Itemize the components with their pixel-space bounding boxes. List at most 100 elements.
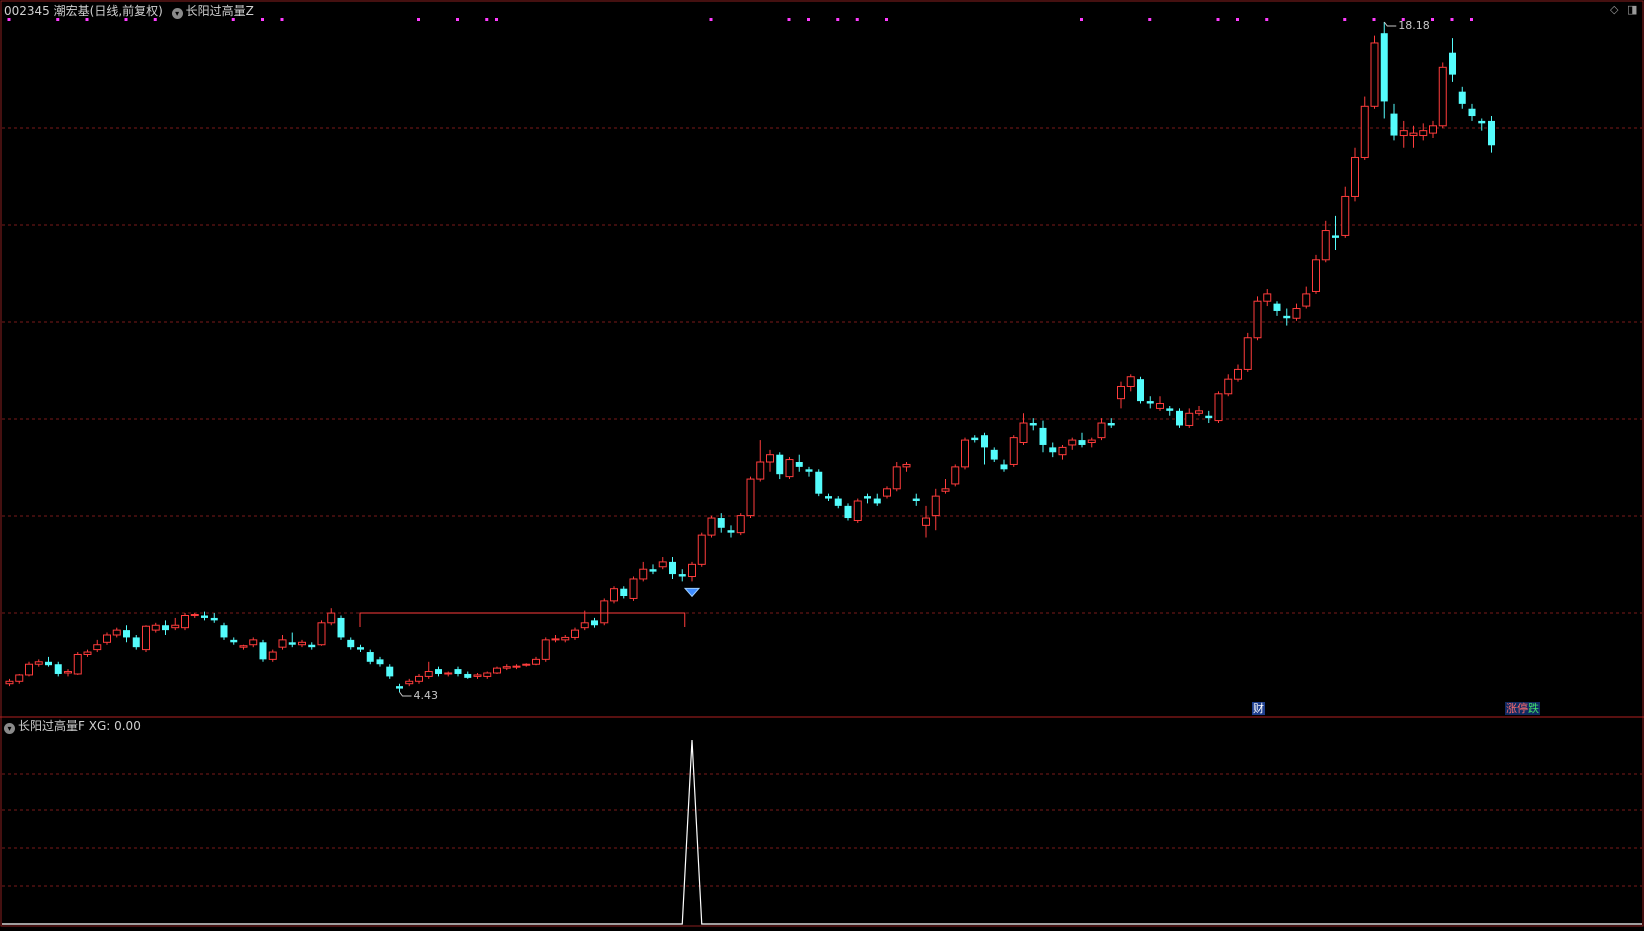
candle-body-down (825, 496, 832, 499)
signal-dot (1080, 18, 1083, 21)
candle-body-down (1380, 33, 1388, 102)
low-price-label: 4.43 (413, 689, 439, 702)
candle-body-up (1370, 42, 1379, 107)
candle-body-up (1341, 195, 1350, 236)
chart-svg[interactable] (0, 0, 1644, 927)
candle-body-down (288, 642, 296, 645)
candle-body-up (1312, 259, 1320, 292)
signal-dot (1265, 18, 1269, 21)
candle-body-down (337, 617, 345, 638)
candle-body-up (83, 651, 92, 655)
candle-body-up (5, 680, 14, 685)
candle-body-down (971, 437, 979, 441)
candle-body-up (756, 461, 765, 480)
candle-body-down (1146, 401, 1154, 404)
candle-body-down (386, 666, 394, 677)
candle-body-down (844, 505, 852, 519)
candle-body-up (1429, 125, 1437, 134)
candle-body-down (132, 637, 140, 648)
stock-code: 002345 (4, 4, 50, 18)
signal-dot (709, 18, 713, 21)
candle-body-down (1137, 379, 1144, 402)
candle-body-up (327, 612, 336, 624)
candle-body-down (669, 561, 676, 575)
candle-body-up (1302, 293, 1311, 307)
candle-body-down (308, 644, 316, 648)
candle-body-up (1185, 412, 1194, 426)
candle-body-up (785, 459, 794, 478)
candle-body-down (873, 498, 881, 504)
candle-body-down (1029, 423, 1037, 426)
high-price-label: 18.18 (1398, 19, 1430, 32)
xg-signal-line (2, 739, 1642, 925)
candle-body-down (454, 669, 462, 674)
candle-body-up (1058, 446, 1067, 456)
candle-body-down (990, 449, 998, 460)
stock-name: 潮宏基 (53, 4, 90, 18)
diamond-icon[interactable]: ◇ (1610, 3, 1618, 16)
signal-dot (1450, 18, 1454, 21)
limit-badge[interactable]: 涨停跌 (1505, 702, 1540, 715)
candle-body-up (1117, 385, 1125, 400)
period-label: (日线,前复权) (89, 4, 163, 18)
sub-indicator-name[interactable]: 长阳过高量F (18, 719, 85, 733)
candle-body-up (278, 639, 287, 648)
signal-dot (1343, 18, 1347, 21)
candle-body-up (1009, 437, 1018, 465)
candle-body-up (746, 478, 755, 517)
signal-dot (280, 18, 284, 21)
candle-body-up (736, 515, 745, 534)
window-icon[interactable]: ◨ (1627, 3, 1637, 16)
candle-body-up (190, 614, 199, 617)
candle-body-up (424, 671, 433, 677)
candle-body-up (571, 629, 579, 638)
candle-body-down (1000, 464, 1008, 470)
candle-body-up (707, 517, 716, 536)
candle-body-up (961, 439, 969, 468)
candle-body-down (864, 496, 871, 499)
indicator-dropdown-icon[interactable]: ▾ (171, 8, 183, 19)
finance-badge[interactable]: 财 (1252, 702, 1265, 715)
candle-body-down (54, 664, 62, 674)
candle-body-down (1468, 108, 1476, 117)
signal-dot (787, 18, 791, 21)
indicator-name[interactable]: 长阳过高量Z (186, 4, 254, 18)
candle-body-down (1166, 408, 1174, 411)
chart-border (0, 0, 1644, 927)
candle-body-up (532, 658, 540, 665)
candle-body-down (464, 673, 472, 678)
candle-body-down (678, 574, 686, 577)
candle-body-up (1068, 439, 1077, 446)
signal-dot (1216, 18, 1220, 21)
candle-body-down (347, 639, 355, 648)
candle-body-down (649, 569, 657, 572)
sub-indicator-dropdown-icon[interactable]: ▾ (4, 723, 15, 734)
candle-body-up (171, 624, 180, 629)
candle-body-down (1478, 120, 1486, 124)
candle-body-up (1195, 410, 1203, 414)
candle-body-up (405, 680, 414, 685)
candle-body-up (541, 639, 550, 660)
candle-body-down (981, 435, 988, 448)
candle-body-up (1253, 300, 1262, 339)
candle-body-down (815, 471, 823, 494)
candle-body-down (1107, 423, 1115, 426)
candle-body-up (1351, 156, 1359, 197)
signal-dot (485, 18, 489, 21)
candle-body-down (201, 615, 208, 618)
candle-body-up (853, 500, 862, 521)
candle-body-up (639, 568, 648, 580)
candle-body-down (1332, 235, 1339, 238)
candle-body-down (376, 659, 384, 665)
kline-stage[interactable]: 002345 潮宏基(日线,前复权) ▾ 长阳过高量Z ▾ 长阳过高量F XG: 0… (0, 0, 1644, 927)
candle-body-up (473, 674, 482, 677)
candle-body-up (493, 667, 501, 674)
candle-body-up (1097, 422, 1106, 439)
candle-body-up (658, 561, 667, 568)
reference-line (359, 612, 686, 628)
signal-dot (1372, 18, 1376, 21)
candle-body-down (45, 661, 52, 666)
signal-dot (807, 18, 810, 21)
candle-body-down (1390, 113, 1398, 136)
candle-body-up (483, 672, 492, 677)
